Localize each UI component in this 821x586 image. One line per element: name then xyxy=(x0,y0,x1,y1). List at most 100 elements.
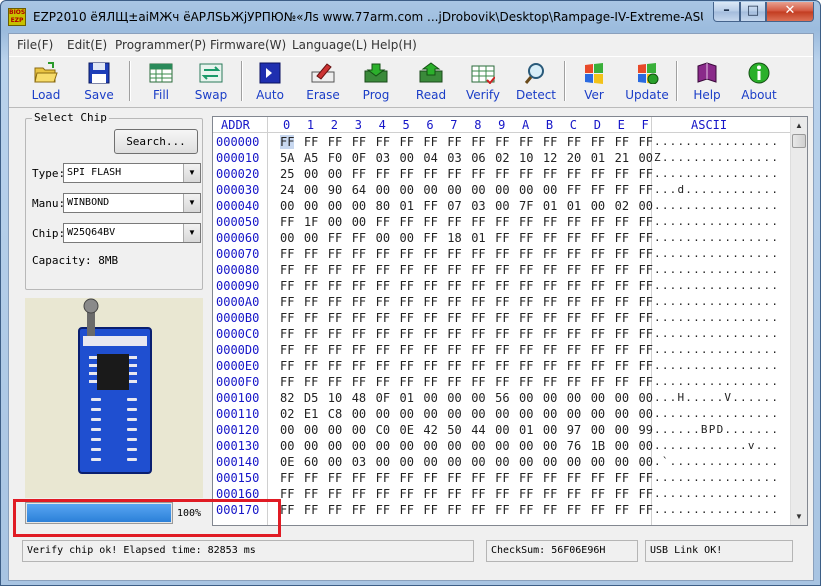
hex-byte[interactable]: 03 xyxy=(352,455,366,469)
hex-byte[interactable]: FF xyxy=(400,135,414,149)
hex-byte[interactable]: FF xyxy=(471,487,485,501)
hex-byte[interactable]: 00 xyxy=(400,407,414,421)
hex-row[interactable]: 000110 02 E1 C8 00 00 00 00 00 00 00 00 00 00 00 00 00..… xyxy=(213,406,791,422)
hex-byte[interactable]: FF xyxy=(328,359,342,373)
hex-byte[interactable]: FF xyxy=(423,231,437,245)
chevron-down-icon[interactable]: ▼ xyxy=(183,194,200,212)
hex-byte[interactable]: 00 xyxy=(591,199,605,213)
hex-row[interactable]: 000020 25 00 00 FF FF FF FF FF FF FF FF FF FF FF FF FF..… xyxy=(213,166,791,182)
hex-byte[interactable]: FF xyxy=(328,279,342,293)
hex-byte[interactable]: 00 xyxy=(471,183,485,197)
menu-help[interactable]: Help(H) xyxy=(371,38,417,52)
hex-byte[interactable]: FF xyxy=(447,167,461,181)
ascii-text[interactable]: ................ xyxy=(654,327,779,340)
hex-byte[interactable]: FF xyxy=(352,167,366,181)
maximize-button[interactable]: □ xyxy=(740,2,766,22)
hex-byte[interactable]: 00 xyxy=(423,407,437,421)
hex-byte[interactable]: FF xyxy=(543,279,557,293)
hex-byte[interactable]: FF xyxy=(615,487,629,501)
hex-byte[interactable]: FF xyxy=(376,215,390,229)
hex-byte[interactable]: FF xyxy=(447,295,461,309)
hex-byte[interactable]: FF xyxy=(423,311,437,325)
hex-byte[interactable]: FF xyxy=(447,215,461,229)
hex-byte[interactable]: 00 xyxy=(471,439,485,453)
hex-byte[interactable]: 10 xyxy=(328,391,342,405)
hex-byte[interactable]: FF xyxy=(352,263,366,277)
hex-byte[interactable]: FF xyxy=(543,375,557,389)
hex-byte[interactable]: FF xyxy=(519,247,533,261)
hex-byte[interactable]: FF xyxy=(328,311,342,325)
hex-byte[interactable]: 01 xyxy=(400,199,414,213)
hex-byte[interactable]: 00 xyxy=(376,455,390,469)
hex-byte[interactable]: FF xyxy=(447,503,461,517)
hex-byte[interactable]: FF xyxy=(328,135,342,149)
hex-byte[interactable]: FF xyxy=(495,471,509,485)
hex-byte[interactable]: FF xyxy=(639,215,653,229)
ascii-text[interactable]: ............v... xyxy=(654,439,779,452)
hex-byte[interactable]: 01 xyxy=(471,231,485,245)
hex-row[interactable]: 000140 0E 60 00 03 00 00 00 00 00 00 00 00 00 00 00 00 .`… xyxy=(213,454,791,470)
hex-byte[interactable]: FF xyxy=(591,343,605,357)
hex-byte[interactable]: E1 xyxy=(304,407,318,421)
hex-byte[interactable]: FF xyxy=(352,359,366,373)
hex-byte[interactable]: FF xyxy=(615,279,629,293)
hex-byte[interactable]: 00 xyxy=(543,183,557,197)
hex-byte[interactable]: FF xyxy=(280,471,294,485)
hex-row[interactable]: 000060 00 00 FF FF 00 00 FF 18 01 FF FF FF FF FF FF FF..… xyxy=(213,230,791,246)
hex-byte[interactable]: 00 xyxy=(400,455,414,469)
hex-byte[interactable]: 00 xyxy=(280,439,294,453)
hex-byte[interactable]: 00 xyxy=(280,199,294,213)
help-button[interactable]: Help xyxy=(683,60,731,104)
hex-byte[interactable]: FF xyxy=(519,215,533,229)
hex-byte[interactable]: FF xyxy=(352,295,366,309)
hex-byte[interactable]: FF xyxy=(400,471,414,485)
hex-byte[interactable]: 00 xyxy=(471,455,485,469)
hex-byte[interactable]: 02 xyxy=(280,407,294,421)
hex-row[interactable]: 000010 5A A5 F0 0F 03 00 04 03 06 02 10 12 20 01 21 00 Z.… xyxy=(213,150,791,166)
hex-byte[interactable]: FF xyxy=(376,471,390,485)
hex-byte[interactable]: FF xyxy=(639,231,653,245)
hex-byte[interactable]: 10 xyxy=(519,151,533,165)
hex-byte[interactable]: 00 xyxy=(447,439,461,453)
hex-byte[interactable]: FF xyxy=(639,247,653,261)
hex-byte[interactable]: FF xyxy=(304,487,318,501)
hex-byte[interactable]: 50 xyxy=(447,423,461,437)
hex-byte[interactable]: FF xyxy=(543,487,557,501)
hex-row[interactable]: 0000C0 FF FF FF FF FF FF FF FF FF FF FF FF FF FF FF FF..… xyxy=(213,326,791,342)
hex-byte[interactable]: 03 xyxy=(447,151,461,165)
chevron-down-icon[interactable]: ▼ xyxy=(183,224,200,242)
hex-byte[interactable]: FF xyxy=(328,471,342,485)
hex-byte[interactable]: FF xyxy=(280,327,294,341)
hex-byte[interactable]: FF xyxy=(304,295,318,309)
hex-row[interactable]: 000030 24 00 90 64 00 00 00 00 00 00 00 00 FF FF FF FF..… xyxy=(213,182,791,198)
hex-byte[interactable]: FF xyxy=(400,359,414,373)
hex-byte[interactable]: FF xyxy=(471,135,485,149)
hex-byte[interactable]: 00 xyxy=(591,407,605,421)
hex-byte[interactable]: 00 xyxy=(376,183,390,197)
hex-byte[interactable]: FF xyxy=(543,471,557,485)
hex-byte[interactable]: 00 xyxy=(567,455,581,469)
hex-byte[interactable]: FF xyxy=(304,135,318,149)
hex-byte[interactable]: FF xyxy=(543,311,557,325)
erase-button[interactable]: Erase xyxy=(299,60,347,104)
hex-byte[interactable]: FF xyxy=(328,231,342,245)
hex-byte[interactable]: FF xyxy=(567,343,581,357)
hex-byte[interactable]: FF xyxy=(615,343,629,357)
hex-byte[interactable]: FF xyxy=(495,359,509,373)
hex-byte[interactable]: FF xyxy=(591,183,605,197)
hex-byte[interactable]: FF xyxy=(447,359,461,373)
hex-byte[interactable]: 00 xyxy=(423,391,437,405)
hex-byte[interactable]: FF xyxy=(567,311,581,325)
hex-byte[interactable]: FF xyxy=(304,359,318,373)
hex-byte[interactable]: FF xyxy=(519,311,533,325)
hex-byte[interactable]: FF xyxy=(615,183,629,197)
hex-byte[interactable]: FF xyxy=(447,247,461,261)
hex-byte[interactable]: FF xyxy=(519,167,533,181)
hex-byte[interactable]: FF xyxy=(567,375,581,389)
hex-byte[interactable]: 00 xyxy=(615,407,629,421)
hex-byte[interactable]: FF xyxy=(376,311,390,325)
hex-byte[interactable]: FF xyxy=(423,471,437,485)
hex-byte[interactable]: 00 xyxy=(495,199,509,213)
hex-row[interactable]: 000120 00 00 00 00 C0 0E 42 50 44 00 01 00 97 00 00 99..… xyxy=(213,422,791,438)
hex-byte[interactable]: FF xyxy=(304,375,318,389)
